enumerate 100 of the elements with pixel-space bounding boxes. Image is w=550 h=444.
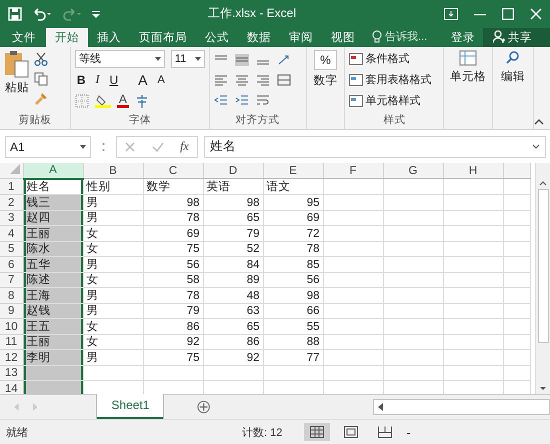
wrap-text-icon[interactable]	[256, 94, 270, 106]
font-color-button[interactable]: A	[116, 93, 129, 108]
ribbon-tab[interactable]: 插入	[88, 28, 130, 47]
editing-button[interactable]: 编辑	[501, 68, 526, 84]
increase-indent-icon[interactable]	[234, 94, 249, 106]
phonetic-icon[interactable]	[134, 94, 149, 108]
font-size-dropdown[interactable]: 11	[170, 50, 205, 68]
formula-field[interactable]: 姓名	[204, 136, 546, 158]
zoom-out-button[interactable]: -	[406, 424, 411, 440]
row-header[interactable]: 2	[0, 194, 23, 210]
border-icon[interactable]	[74, 94, 89, 108]
shrink-font-button[interactable]: A	[156, 74, 167, 86]
italic-button[interactable]: I	[93, 72, 102, 88]
column-header[interactable]: D	[203, 162, 263, 179]
insert-function-button[interactable]: fx	[180, 139, 189, 154]
decrease-indent-icon[interactable]	[214, 94, 228, 106]
scroll-left-icon[interactable]	[378, 403, 383, 412]
row-header[interactable]: 8	[0, 288, 23, 304]
column-header[interactable]: G	[383, 162, 443, 179]
ribbon-tab[interactable]: 开始	[46, 28, 88, 47]
font-name-dropdown[interactable]: 等线	[74, 50, 165, 68]
underline-button[interactable]: U	[107, 72, 120, 87]
share-button[interactable]: 共享	[483, 28, 550, 47]
merge-cells-icon[interactable]	[276, 74, 291, 86]
ribbon-tab[interactable]: 审阅	[280, 28, 322, 47]
row-header[interactable]: 4	[0, 226, 23, 242]
tell-me-field[interactable]: 告诉我...	[385, 31, 439, 44]
lightbulb-icon	[372, 30, 382, 44]
column-header[interactable]: C	[143, 162, 203, 179]
bold-button[interactable]: B	[74, 72, 88, 87]
ribbon-tab[interactable]: 数据	[238, 28, 280, 47]
cells-button[interactable]: 单元格	[450, 68, 486, 84]
table-cell: 65	[203, 210, 263, 226]
brush-icon[interactable]	[34, 92, 48, 106]
style-menu-item[interactable]: 单元格样式	[349, 92, 440, 110]
column-header[interactable]: E	[263, 162, 323, 179]
sheet-tab[interactable]: Sheet1	[97, 394, 164, 419]
table-cell: 女	[83, 241, 143, 257]
caret-icon[interactable]	[154, 56, 161, 61]
caret-icon[interactable]	[194, 56, 201, 61]
copy-icon[interactable]	[34, 72, 48, 86]
row-header[interactable]: 6	[0, 256, 23, 272]
ribbon-tab[interactable]: 公式	[196, 28, 238, 47]
vertical-align-icon[interactable]	[234, 54, 249, 66]
search-icon[interactable]	[505, 50, 522, 66]
row-header[interactable]: 12	[0, 350, 23, 366]
sign-in-link[interactable]: 登录	[445, 28, 481, 47]
name-box[interactable]: A1	[5, 136, 91, 158]
horizontal-align-icon[interactable]	[214, 74, 228, 86]
row-header[interactable]: 3	[0, 210, 23, 226]
horizontal-align-icon[interactable]	[256, 74, 270, 86]
customize-caret-icon[interactable]	[92, 10, 100, 18]
row-header[interactable]: 9	[0, 303, 23, 319]
save-icon[interactable]	[8, 6, 22, 21]
column-header[interactable]: H	[443, 162, 503, 179]
row-header[interactable]: 5	[0, 241, 23, 257]
cells-icon[interactable]	[459, 50, 478, 66]
expand-icon[interactable]	[532, 144, 540, 150]
row-header[interactable]: 10	[0, 318, 23, 334]
row-header[interactable]: 7	[0, 272, 23, 288]
ribbon-tab[interactable]: 页面布局	[130, 28, 196, 47]
column-header[interactable]: A	[23, 162, 83, 179]
count-text: 计数: 12	[242, 426, 282, 440]
paste-button[interactable]: 粘贴	[4, 50, 30, 114]
close-icon[interactable]	[530, 8, 542, 20]
drag-handle-icon[interactable]	[102, 142, 105, 152]
window-title: 工作.xlsx - Excel	[208, 5, 298, 22]
table-cell: 65	[203, 318, 263, 334]
number-format-label[interactable]: 数字	[314, 72, 338, 88]
table-cell: 69	[263, 210, 323, 226]
horizontal-align-icon[interactable]	[234, 74, 249, 86]
row-header[interactable]: 11	[0, 334, 23, 350]
ribbon-tab[interactable]: 文件	[0, 28, 46, 47]
collapse-ribbon-icon[interactable]	[534, 119, 544, 126]
add-sheet-icon[interactable]	[197, 400, 211, 414]
vertical-scrollbar[interactable]	[535, 162, 550, 394]
undo-icon[interactable]	[32, 6, 52, 21]
text-orientation-icon[interactable]	[276, 54, 291, 66]
scroll-down-icon[interactable]	[539, 386, 547, 392]
fill-color-icon[interactable]	[94, 94, 111, 108]
scissors-icon[interactable]	[34, 52, 48, 66]
horizontal-scrollbar[interactable]	[372, 399, 550, 416]
ribbon-tab[interactable]: 视图	[322, 28, 364, 47]
table-cell: 69	[143, 226, 203, 242]
grow-font-button[interactable]: A	[136, 72, 150, 88]
style-menu-item[interactable]: 套用表格格式	[349, 70, 440, 89]
row-header[interactable]: 14	[0, 380, 23, 394]
maximize-icon[interactable]	[502, 8, 514, 20]
normal-view-icon[interactable]	[304, 423, 330, 442]
style-menu-item[interactable]: 条件格式	[349, 50, 440, 68]
row-header[interactable]: 1	[0, 178, 23, 195]
ribbon-display-icon[interactable]	[444, 8, 458, 20]
percent-button[interactable]: %	[314, 50, 337, 70]
table-cell: 84	[203, 256, 263, 272]
scroll-up-icon[interactable]	[539, 180, 547, 186]
column-header[interactable]: F	[323, 162, 383, 179]
check-icon[interactable]	[152, 142, 164, 152]
column-header[interactable]: B	[83, 162, 143, 179]
caret-icon[interactable]	[80, 144, 86, 149]
row-header[interactable]: 13	[0, 365, 23, 381]
